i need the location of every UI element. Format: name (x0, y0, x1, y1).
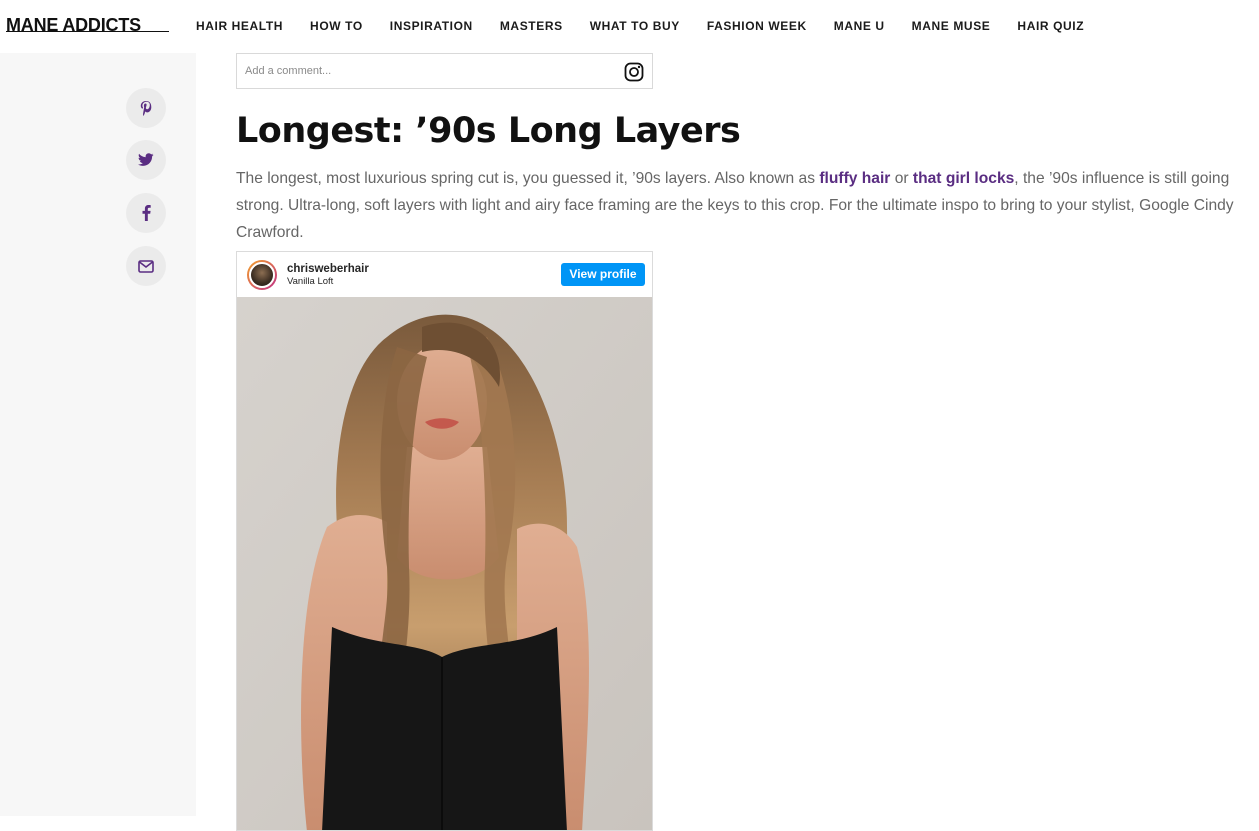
site-header: MANE ADDICTS HAIR HEALTH HOW TO INSPIRAT… (0, 0, 1259, 53)
paragraph-text-1: The longest, most luxurious spring cut i… (236, 170, 820, 187)
twitter-icon (138, 153, 154, 166)
pinterest-share-button[interactable] (126, 88, 166, 128)
nav-item-hair-quiz[interactable]: HAIR QUIZ (1017, 18, 1084, 34)
comment-box (236, 53, 653, 89)
avatar-image (249, 262, 275, 288)
facebook-icon (142, 205, 151, 221)
nav-item-what-to-buy[interactable]: WHAT TO BUY (590, 18, 680, 34)
that-girl-locks-link[interactable]: that girl locks (913, 170, 1014, 187)
instagram-photo[interactable] (237, 297, 652, 830)
email-icon (138, 259, 154, 273)
nav-item-how-to[interactable]: HOW TO (310, 18, 363, 34)
instagram-username[interactable]: chrisweberhair (287, 262, 369, 276)
main-nav: HAIR HEALTH HOW TO INSPIRATION MASTERS W… (196, 18, 1111, 34)
instagram-embed: chrisweberhair Vanilla Loft View profile (236, 251, 653, 831)
facebook-share-button[interactable] (126, 193, 166, 233)
site-logo[interactable]: MANE ADDICTS (6, 14, 141, 36)
instagram-embed-header: chrisweberhair Vanilla Loft View profile (237, 252, 652, 297)
avatar[interactable] (247, 260, 277, 290)
nav-item-hair-health[interactable]: HAIR HEALTH (196, 18, 283, 34)
fluffy-hair-link[interactable]: fluffy hair (819, 170, 890, 187)
instagram-icon[interactable] (624, 62, 644, 82)
email-share-button[interactable] (126, 246, 166, 286)
share-sidebar (0, 53, 196, 816)
nav-item-mane-muse[interactable]: MANE MUSE (912, 18, 991, 34)
instagram-location: Vanilla Loft (287, 276, 334, 287)
pinterest-icon (140, 101, 152, 116)
comment-input[interactable] (237, 54, 607, 88)
nav-item-fashion-week[interactable]: FASHION WEEK (707, 18, 807, 34)
view-profile-button[interactable]: View profile (561, 263, 645, 286)
nav-item-inspiration[interactable]: INSPIRATION (390, 18, 473, 34)
twitter-share-button[interactable] (126, 140, 166, 180)
article-headline: Longest: ’90s Long Layers (236, 111, 741, 151)
hair-photo-illustration (237, 297, 652, 830)
logo-underline (6, 31, 169, 32)
article-paragraph: The longest, most luxurious spring cut i… (236, 165, 1251, 246)
nav-item-mane-u[interactable]: MANE U (834, 18, 885, 34)
paragraph-text-2: or (890, 170, 913, 187)
nav-item-masters[interactable]: MASTERS (500, 18, 563, 34)
